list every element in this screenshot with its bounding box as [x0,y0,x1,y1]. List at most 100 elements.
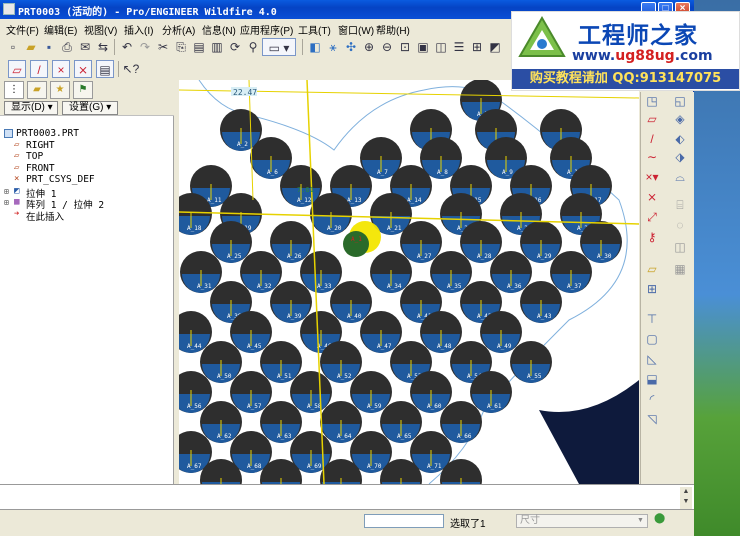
datum-point-display-icon[interactable]: × [52,60,70,78]
menu-info[interactable]: 信息(N) [202,22,236,37]
pattern-sphere[interactable]: A_47 [360,311,402,353]
find-icon[interactable]: ⚲ [244,38,262,56]
blend-icon[interactable]: ⬗ [671,148,689,166]
pattern-tool-icon[interactable]: ⊞ [643,280,661,298]
menu-window[interactable]: 窗口(W) [338,22,374,37]
layers-icon[interactable]: ☰ [450,38,468,56]
refit-icon[interactable]: ⊡ [396,38,414,56]
rib-icon[interactable]: ◫ [671,238,689,256]
folder-browser-tab-icon[interactable]: ▰ [27,81,47,99]
print-icon[interactable]: ⎙ [58,38,76,56]
pattern-sphere[interactable]: A_62 [200,401,242,443]
pattern-sphere[interactable]: A_65 [380,401,422,443]
pattern-sphere[interactable]: A_64 [320,401,362,443]
datum-plane-icon[interactable]: ▱ [643,110,661,128]
menu-help[interactable]: 帮助(H) [376,22,410,37]
email-icon[interactable]: ✉ [76,38,94,56]
display-dropdown[interactable]: 显示(D) ▾ [4,101,58,115]
menu-tools[interactable]: 工具(T) [298,22,331,37]
pattern-sphere[interactable]: A_28 [460,221,502,263]
new-file-icon[interactable]: ▫ [4,38,22,56]
message-scrollbar[interactable]: ▲ ▼ [680,487,692,509]
csys-tool-icon[interactable]: ⨯ [643,188,661,206]
pattern-sphere[interactable]: A_49 [480,311,522,353]
hole-icon[interactable]: ◌ [671,216,689,234]
analysis-icon[interactable]: ⚷ [643,228,661,246]
pattern-sphere[interactable]: A_52 [320,341,362,383]
rib-tool-icon[interactable]: ◺ [643,350,661,368]
sketch-icon[interactable]: ◳ [643,92,661,110]
connections-tab-icon[interactable]: ⚑ [73,81,93,99]
pattern-sphere[interactable]: A_30 [580,221,622,263]
expand-icon[interactable]: ⊞ [4,187,13,196]
analysis-feature-icon[interactable]: ⤢ [643,208,661,226]
command-input[interactable] [364,514,444,528]
datum-point-icon[interactable]: ×▾ [643,168,661,186]
zoom-in-icon[interactable]: ⊕ [360,38,378,56]
undo-icon[interactable]: ↶ [118,38,136,56]
annotation-display-icon[interactable]: ▤ [96,60,114,78]
pattern-sphere[interactable]: A_25 [210,221,252,263]
view-manager-icon[interactable]: ⊞ [468,38,486,56]
chamfer-icon[interactable]: ◹ [643,410,661,428]
datum-curve-icon[interactable]: ∼ [643,148,661,166]
revolve-icon[interactable]: ◈ [671,110,689,128]
selected-sphere[interactable] [343,231,369,257]
repaint-icon[interactable]: ◧ [306,38,324,56]
redo-icon[interactable]: ↷ [136,38,154,56]
spin-center-icon[interactable]: ⚹ [324,38,342,56]
pattern-sphere[interactable]: A_31 [180,251,222,293]
expand-icon[interactable]: ⊞ [4,198,13,207]
pattern-sphere[interactable]: A_51 [260,341,302,383]
pattern-sphere[interactable]: A_34 [370,251,412,293]
display-style-icon[interactable]: ◩ [486,38,504,56]
pattern-sphere[interactable]: A_37 [550,251,592,293]
pattern-sphere[interactable]: A_45 [230,311,272,353]
datum-plane-tool-icon[interactable]: ◱ [671,92,689,110]
pattern-sphere[interactable]: A_27 [400,221,442,263]
menu-file[interactable]: 文件(F) [6,22,39,37]
selection-filter-combo[interactable]: 尺寸 ▼ [516,514,648,528]
menu-edit[interactable]: 编辑(E) [44,22,77,37]
pattern-sphere[interactable]: A_55 [510,341,552,383]
save-icon[interactable]: ▪ [40,38,58,56]
copy-geometry-icon[interactable]: ▱ [643,260,661,278]
pattern-sphere[interactable]: A_58 [290,371,332,413]
pattern-sphere[interactable]: A_32 [240,251,282,293]
saved-views-icon[interactable]: ◫ [432,38,450,56]
menu-view[interactable]: 视图(V) [84,22,117,37]
paste-special-icon[interactable]: ▥ [208,38,226,56]
pattern-sphere[interactable]: A_63 [260,401,302,443]
sweep-icon[interactable]: ⬖ [671,130,689,148]
shell-tool-icon[interactable]: ▢ [643,330,661,348]
settings-dropdown[interactable]: 设置(G) ▾ [62,101,118,115]
datum-plane-display-icon[interactable]: ▱ [8,60,26,78]
pattern-sphere[interactable]: A_59 [350,371,392,413]
pattern-sphere[interactable]: A_43 [520,281,562,323]
pattern-sphere[interactable]: A_40 [330,281,372,323]
pattern-sphere[interactable]: A_50 [200,341,242,383]
selection-filter-dropdown[interactable]: ▭ ▾ [262,38,296,56]
pattern-sphere[interactable]: A_48 [420,311,462,353]
hole-tool-icon[interactable]: ⊤ [643,310,661,328]
pattern-sphere[interactable]: A_26 [270,221,312,263]
menu-applications[interactable]: 应用程序(P) [240,22,293,37]
swept-blend-icon[interactable]: ⌓ [671,168,689,186]
pattern-sphere[interactable]: A_36 [490,251,532,293]
pattern-sphere[interactable]: A_39 [270,281,312,323]
favorites-tab-icon[interactable]: ★ [50,81,70,99]
pattern-sphere[interactable]: A_35 [430,251,472,293]
pattern-sphere[interactable]: A_57 [230,371,272,413]
datum-axis-icon[interactable]: / [643,130,661,148]
regenerate-icon[interactable]: ⟳ [226,38,244,56]
shell-icon[interactable]: ⌸ [671,196,689,214]
graphics-window[interactable]: A_1A_2A_3A_4A_5A_6A_7A_8A_9A_10A_11A_12A… [179,80,639,484]
menu-analysis[interactable]: 分析(A) [162,22,195,37]
zoom-out-icon[interactable]: ⊖ [378,38,396,56]
model-tree-tab-icon[interactable]: ⋮ [4,81,24,99]
round-icon[interactable]: ◜ [643,390,661,408]
pattern-sphere[interactable]: A_33 [300,251,342,293]
pattern-sphere[interactable]: A_20 [310,193,352,235]
datum-axis-display-icon[interactable]: / [30,60,48,78]
context-help-icon[interactable]: ↖? [122,60,140,78]
